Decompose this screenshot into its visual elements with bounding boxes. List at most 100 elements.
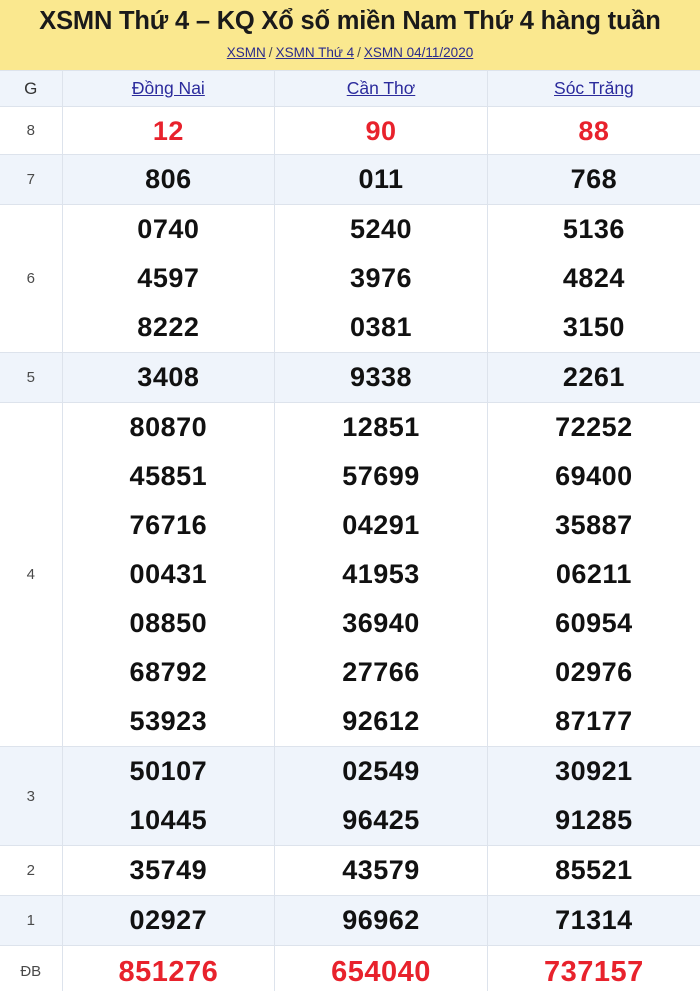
table-row: 7 806 011 768 (0, 154, 700, 206)
table-row: ĐB 851276 654040 737157 (0, 945, 700, 991)
lottery-number: 30921 (555, 756, 633, 787)
number-stack: 71314 (488, 896, 700, 945)
result-cell: 011 (274, 154, 488, 206)
column-header-province-1: Đồng Nai (62, 70, 276, 108)
column-header-province-2: Cần Thơ (274, 70, 488, 108)
prize-label-8: 8 (0, 106, 63, 156)
lottery-number: 87177 (555, 706, 633, 737)
result-cell: 90 (274, 106, 488, 156)
result-cell: 12 (62, 106, 276, 156)
result-cell: 0740 4597 8222 (62, 204, 276, 354)
number-stack: 011 (275, 155, 487, 204)
lottery-number: 12 (152, 115, 184, 146)
lottery-number: 654040 (331, 955, 431, 988)
lottery-number: 4597 (137, 263, 200, 294)
lottery-number: 80870 (129, 412, 208, 443)
number-stack: 88 (488, 108, 700, 154)
number-stack: 90 (275, 108, 487, 154)
number-stack: 0740 4597 8222 (63, 205, 275, 352)
province-link-dong-nai[interactable]: Đồng Nai (132, 78, 205, 99)
lottery-number: 08850 (129, 608, 208, 639)
lottery-number: 43579 (342, 855, 420, 886)
result-cell: 43579 (274, 845, 488, 897)
lottery-number: 737157 (544, 955, 644, 988)
breadcrumb-separator-2: / (357, 44, 361, 60)
prize-label-db: ĐB (0, 945, 63, 991)
table-header-row: G Đồng Nai Cần Thơ Sóc Trăng (0, 70, 700, 108)
lottery-number: 011 (358, 164, 404, 195)
breadcrumb-separator-1: / (268, 44, 273, 60)
result-cell: 96962 (274, 895, 488, 947)
number-stack: 5136 4824 3150 (488, 205, 700, 352)
lottery-number: 02976 (555, 657, 633, 688)
breadcrumb-item-xsmn[interactable]: XSMN (227, 45, 266, 60)
prize-label-4: 4 (0, 402, 63, 748)
breadcrumb-item-xsmn-date[interactable]: XSMN 04/11/2020 (364, 45, 473, 60)
breadcrumb: XSMN / XSMN Thứ 4/XSMN 04/11/2020 (0, 45, 700, 61)
lottery-number: 0740 (137, 214, 200, 245)
table-row: 3 50107 10445 02549 96425 30921 91285 (0, 746, 700, 847)
prize-label-2: 2 (0, 845, 63, 897)
result-cell: 2261 (487, 352, 700, 404)
result-cell: 80870 45851 76716 00431 08850 68792 53923 (62, 402, 276, 748)
result-cell: 5136 4824 3150 (487, 204, 700, 354)
lottery-number: 90 (365, 115, 397, 146)
lottery-number: 12851 (342, 412, 420, 443)
result-cell: 851276 (62, 945, 276, 991)
result-cell: 50107 10445 (62, 746, 276, 847)
number-stack: 12851 57699 04291 41953 36940 27766 92612 (275, 403, 487, 746)
lottery-number: 68792 (129, 657, 208, 688)
number-stack: 12 (63, 108, 275, 154)
prize-label-7: 7 (0, 154, 63, 206)
number-stack: 72252 69400 35887 06211 60954 02976 87177 (488, 403, 700, 746)
lottery-number: 3408 (137, 362, 200, 393)
lottery-number: 91285 (555, 805, 633, 836)
lottery-number: 768 (570, 164, 618, 195)
province-link-can-tho[interactable]: Cần Thơ (347, 78, 416, 99)
number-stack: 3408 (63, 353, 275, 402)
result-cell: 88 (487, 106, 700, 156)
lottery-number: 00431 (129, 559, 208, 590)
lottery-number: 53923 (129, 706, 208, 737)
lottery-number: 5136 (562, 214, 625, 245)
province-link-soc-trang[interactable]: Sóc Trăng (554, 78, 634, 99)
lottery-number: 96425 (342, 805, 420, 836)
lottery-number: 60954 (555, 608, 633, 639)
number-stack: 737157 (488, 947, 700, 991)
number-stack: 85521 (488, 846, 700, 895)
lottery-number: 3976 (349, 263, 413, 294)
lottery-number: 85521 (555, 855, 633, 886)
number-stack: 806 (63, 155, 275, 204)
lottery-number: 10445 (129, 805, 208, 836)
breadcrumb-item-xsmn-thu-4[interactable]: XSMN Thứ 4 (276, 45, 355, 60)
table-row: 1 02927 96962 71314 (0, 895, 700, 947)
number-stack: 2261 (488, 353, 700, 402)
result-cell: 5240 3976 0381 (274, 204, 488, 354)
lottery-number: 72252 (555, 412, 633, 443)
lottery-number: 41953 (342, 559, 420, 590)
result-cell: 02927 (62, 895, 276, 947)
result-cell: 35749 (62, 845, 276, 897)
lottery-number: 02549 (342, 756, 420, 787)
result-cell: 737157 (487, 945, 700, 991)
lottery-number: 35749 (129, 855, 208, 886)
result-cell: 9338 (274, 352, 488, 404)
result-cell: 02549 96425 (274, 746, 488, 847)
lottery-number: 27766 (342, 657, 420, 688)
table-row: 5 3408 9338 2261 (0, 352, 700, 404)
lottery-number: 851276 (118, 955, 219, 988)
number-stack: 5240 3976 0381 (275, 205, 487, 352)
number-stack: 851276 (63, 947, 275, 991)
result-cell: 30921 91285 (487, 746, 700, 847)
lottery-number: 8222 (137, 312, 200, 343)
table-row: 8 12 90 88 (0, 106, 700, 156)
lottery-number: 71314 (555, 905, 633, 936)
lottery-number: 50107 (129, 756, 208, 787)
lottery-number: 3150 (562, 312, 625, 343)
result-cell: 768 (487, 154, 700, 206)
lottery-number: 88 (578, 115, 610, 146)
table-body: 8 12 90 88 7 806 011 768 6 0740 4597 8222 5240 3976 03… (0, 106, 700, 991)
lottery-results-page: XSMN Thứ 4 – KQ Xổ số miền Nam Thứ 4 hàn… (0, 0, 700, 991)
number-stack: 02549 96425 (275, 747, 487, 845)
result-cell: 71314 (487, 895, 700, 947)
